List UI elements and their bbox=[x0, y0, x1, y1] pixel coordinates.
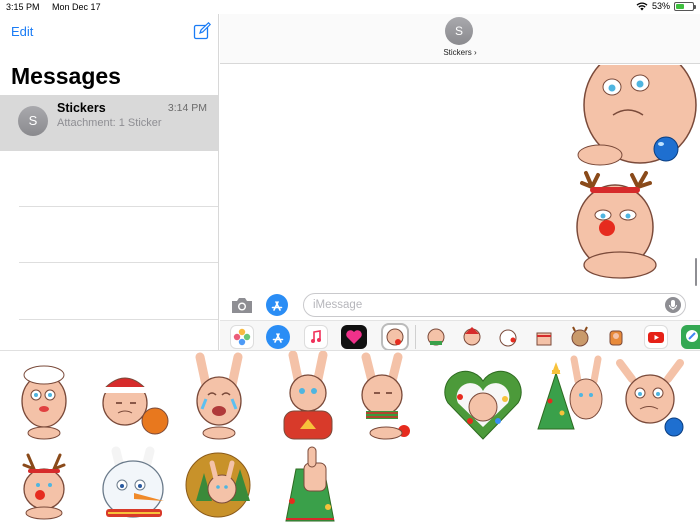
battery-icon bbox=[674, 1, 696, 11]
sticker-pack-icon[interactable] bbox=[604, 325, 628, 349]
youtube-app-icon[interactable] bbox=[644, 325, 668, 349]
sticker-bunny-wreath[interactable] bbox=[444, 370, 522, 440]
compose-icon[interactable] bbox=[193, 22, 211, 40]
message-input-placeholder: iMessage bbox=[313, 299, 363, 311]
stickers-app-icon[interactable] bbox=[381, 323, 409, 351]
photos-app-icon[interactable] bbox=[230, 325, 254, 349]
sticker-bunny-thumbs-up[interactable] bbox=[285, 446, 335, 522]
sticker-reindeer-bunny[interactable] bbox=[22, 453, 66, 520]
camera-icon[interactable] bbox=[230, 295, 254, 315]
wifi-icon bbox=[636, 1, 648, 10]
sticker-bunny-forest[interactable] bbox=[185, 452, 251, 518]
avatar[interactable]: S bbox=[445, 17, 473, 45]
sticker-browser bbox=[0, 350, 700, 525]
app-store-icon bbox=[271, 301, 283, 311]
app-store-app-icon[interactable] bbox=[266, 325, 290, 349]
edit-button[interactable]: Edit bbox=[11, 24, 33, 39]
conversation-time: 3:14 PM bbox=[167, 102, 207, 114]
list-divider bbox=[19, 206, 218, 207]
avatar: S bbox=[18, 106, 48, 136]
sticker-snowman-bunny[interactable] bbox=[102, 446, 164, 518]
status-time: 3:15 PM bbox=[6, 2, 40, 12]
battery-percent: 53% bbox=[651, 1, 670, 11]
microphone-button[interactable] bbox=[665, 297, 681, 313]
page-title: Messages bbox=[11, 63, 121, 89]
sent-sticker-bunny-ornament[interactable] bbox=[577, 65, 697, 166]
maps-app-icon[interactable] bbox=[681, 325, 700, 349]
list-divider bbox=[19, 319, 218, 320]
status-bar: 3:15 PM Mon Dec 17 53% bbox=[0, 0, 700, 14]
sticker-bunny-laughing-tears[interactable] bbox=[195, 352, 243, 440]
conversation-row-stickers[interactable]: S Stickers Attachment: 1 Sticker 3:14 PM bbox=[0, 95, 218, 151]
digital-touch-app-icon[interactable] bbox=[341, 325, 367, 349]
messages-app: 3:15 PM Mon Dec 17 53% Edit Messages S S… bbox=[0, 0, 700, 525]
sticker-bunny-christmas-sweater[interactable] bbox=[283, 350, 333, 440]
conversation-list-pane: Edit Messages S Stickers Attachment: 1 S… bbox=[0, 14, 219, 350]
music-app-icon[interactable] bbox=[304, 325, 328, 349]
status-date: Mon Dec 17 bbox=[52, 2, 101, 12]
sticker-bunny-christmas-tree[interactable] bbox=[537, 355, 603, 430]
list-divider bbox=[19, 262, 218, 263]
sticker-bunny-santa-hat[interactable] bbox=[102, 377, 169, 435]
sticker-bunny-nightcap[interactable] bbox=[21, 365, 67, 440]
message-transcript bbox=[220, 65, 700, 290]
scroll-indicator[interactable] bbox=[695, 258, 697, 286]
conversation-preview: Attachment: 1 Sticker bbox=[57, 117, 162, 129]
sent-sticker-reindeer-bunny[interactable] bbox=[576, 171, 657, 279]
sticker-bunny-ornament[interactable] bbox=[616, 359, 684, 437]
drawer-divider bbox=[415, 325, 416, 349]
app-drawer bbox=[220, 320, 700, 352]
sticker-pack-icon[interactable] bbox=[460, 325, 484, 349]
sticker-pack-icon[interactable] bbox=[496, 325, 520, 349]
message-input[interactable]: iMessage bbox=[303, 293, 686, 317]
microphone-icon bbox=[669, 300, 677, 310]
sticker-bunny-scarf-ornament[interactable] bbox=[361, 352, 410, 440]
sticker-pack-icon[interactable] bbox=[568, 325, 592, 349]
sticker-pack-icon[interactable] bbox=[532, 325, 556, 349]
conversation-name: Stickers bbox=[57, 101, 106, 115]
app-store-button[interactable] bbox=[266, 294, 288, 316]
sticker-pack-icon[interactable] bbox=[424, 325, 448, 349]
conversation-header[interactable]: S Stickers › bbox=[220, 14, 700, 64]
contact-name-button[interactable]: Stickers › bbox=[220, 48, 700, 57]
